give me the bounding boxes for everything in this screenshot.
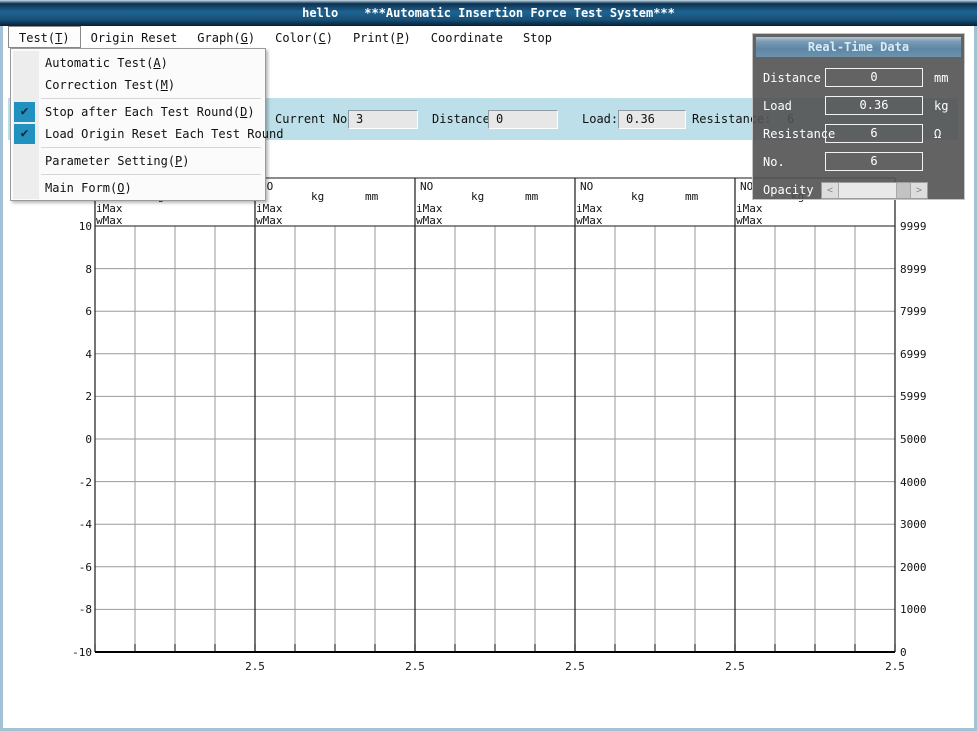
load-label: Load: [582,112,619,126]
menu-item-test-t[interactable]: Test(T) [8,26,81,48]
right-axis-tick: 0 [900,646,907,659]
left-axis-tick: 10 [78,220,92,233]
x-axis-tick: 2.5 [245,660,265,673]
title-bar: hello ***Automatic Insertion Force Test … [0,0,977,26]
menu-item-label: Correction Test(M) [45,78,176,92]
menu-item-label: Automatic Test(A) [45,56,168,70]
x-axis-tick: 2.5 [725,660,745,673]
right-axis-tick: 1000 [900,603,927,617]
left-axis-tick: -10 [72,646,92,659]
right-axis-tick: 5999 [900,390,927,404]
realtime-row-unit: kg [934,99,949,113]
x-axis-tick: 2.5 [405,660,425,673]
scroll-left-arrow-icon[interactable]: < [822,183,839,198]
realtime-row-load: Load 0.36 kg [753,92,964,120]
menu-item-graph-g[interactable]: Graph(G) [187,26,265,48]
left-axis-tick: 4 [85,347,92,361]
menu-item-label: Parameter Setting(P) [45,154,190,168]
menu-item-coordinate[interactable]: Coordinate [421,26,513,48]
left-axis-tick: -4 [78,518,92,532]
distance-field[interactable]: 0 [488,110,558,129]
x-axis-tick: 2.5 [885,660,905,673]
realtime-row-unit: Ω [934,127,942,141]
left-axis-tick: -2 [78,475,92,489]
right-axis-tick: 3000 [900,518,927,532]
section-wmax-label: wMax [736,214,763,227]
right-axis-tick: 7999 [900,305,927,319]
realtime-row-resistance: Resistance 6 Ω [753,120,964,148]
realtime-row-value: 6 [825,152,923,171]
opacity-scrollbar[interactable]: < > [821,182,928,199]
chart-section-header-3: NO kg mm iMax wMax [415,178,575,227]
right-axis-tick: 4000 [900,475,927,489]
checkmark-icon: ✔ [14,124,35,144]
right-axis-tick: 5000 [900,433,927,446]
right-axis-tick: 9999 [900,220,927,233]
menu-item-label: Stop after Each Test Round(D) [45,105,255,119]
realtime-row-label: Distance [763,71,821,85]
section-wmax-label: wMax [96,214,123,227]
section-mm-label: mm [365,190,379,203]
realtime-row-value: 6 [825,124,923,143]
left-axis-tick: 6 [85,305,92,319]
current-no-field[interactable]: 3 [348,110,418,129]
section-mm-label: mm [525,190,539,203]
realtime-row-label: No. [763,155,785,169]
menu-item-stop-after-each-test-round-d[interactable]: ✔ Stop after Each Test Round(D) [11,101,265,123]
load-field[interactable]: 0.36 [618,110,686,129]
menu-item-color-c[interactable]: Color(C) [265,26,343,48]
realtime-row-no: No. 6 [753,148,964,176]
section-kg-label: kg [631,190,645,203]
realtime-data-panel[interactable]: Real-Time Data Distance 0 mm Load 0.36 kg Resi… [752,33,965,200]
test-dropdown-menu: Automatic Test(A) Correction Test(M) ✔ Stop… [10,48,283,201]
menu-item-load-origin-reset-each-test-round[interactable]: ✔ Load Origin Reset Each Test Round [11,123,283,145]
section-wmax-label: wMax [256,214,283,227]
menu-item-automatic-test-a[interactable]: Automatic Test(A) [11,52,265,74]
section-mm-label: mm [685,190,699,203]
section-kg-label: kg [311,190,325,203]
realtime-panel-titlebar[interactable]: Real-Time Data [756,37,961,57]
menu-item-main-form-o[interactable]: Main Form(O) [11,177,265,199]
right-axis-tick: 2000 [900,560,927,574]
left-axis-tick: -6 [78,560,92,574]
section-wmax-label: wMax [416,214,443,227]
opacity-label: Opacity [763,183,814,197]
menu-item-label: Load Origin Reset Each Test Round [45,127,284,141]
page-title: ***Automatic Insertion Force Test System… [364,6,675,20]
section-no-label: NO [420,180,434,193]
section-no-label: NO [580,180,594,193]
menu-item-origin-reset[interactable]: Origin Reset [81,26,188,48]
right-axis-tick: 6999 [900,347,927,361]
realtime-row-label: Load [763,99,792,113]
right-axis-tick: 8999 [900,262,927,276]
menu-item-label: Main Form(O) [45,181,132,195]
menu-item-print-p[interactable]: Print(P) [343,26,421,48]
section-kg-label: kg [471,190,485,203]
checkmark-icon: ✔ [14,102,35,122]
left-axis-tick: 2 [85,390,92,404]
x-axis-tick: 2.5 [565,660,585,673]
opacity-row: Opacity < > [753,176,964,204]
menu-item-correction-test-m[interactable]: Correction Test(M) [11,74,265,96]
title-hello: hello [302,6,339,20]
realtime-row-distance: Distance 0 mm [753,64,964,92]
menu-item-parameter-setting-p[interactable]: Parameter Setting(P) [11,150,265,172]
opacity-scrollbar-thumb[interactable] [839,183,897,198]
chart-section-header-2: NO kg mm iMax wMax [255,178,415,227]
left-axis-tick: 0 [85,433,92,446]
scroll-right-arrow-icon[interactable]: > [910,183,927,198]
left-axis-tick: 8 [85,262,92,276]
realtime-row-unit: mm [934,71,949,85]
chart-section-header-4: NO kg mm iMax wMax [575,178,735,227]
section-wmax-label: wMax [576,214,603,227]
menu-item-stop[interactable]: Stop [513,26,562,48]
left-axis-tick: -8 [78,603,92,617]
realtime-row-value: 0 [825,68,923,87]
realtime-row-value: 0.36 [825,96,923,115]
